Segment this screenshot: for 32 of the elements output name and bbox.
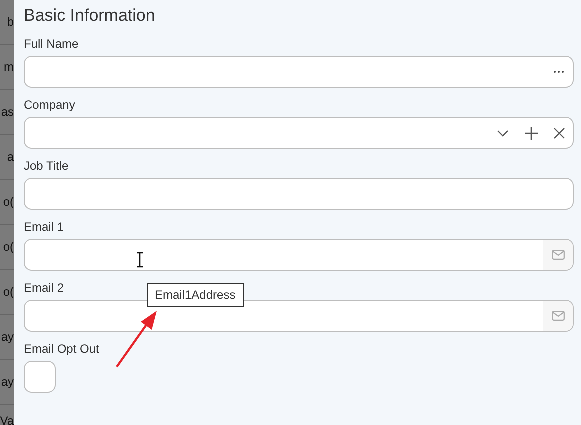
field-label: Full Name: [24, 37, 79, 51]
cut-off-text: b: [7, 15, 14, 29]
field-label: Company: [24, 98, 76, 112]
arrow: [116, 311, 157, 368]
envelope-icon[interactable]: [552, 311, 564, 321]
input-field[interactable]: [24, 178, 574, 210]
cut-off-text: as: [1, 105, 14, 119]
input-field[interactable]: [24, 56, 574, 88]
tooltip: Email1Address: [147, 283, 244, 307]
input-field[interactable]: [24, 300, 574, 332]
more-icon[interactable]: [553, 70, 565, 74]
input-field[interactable]: [24, 117, 574, 149]
cut-off-text: o(: [3, 240, 14, 254]
cut-off-text: m: [4, 60, 14, 74]
section-title: Basic Information: [24, 6, 156, 27]
checkbox[interactable]: [24, 361, 56, 393]
field-label: Job Title: [24, 159, 69, 173]
plus-icon[interactable]: [524, 126, 538, 140]
field-label: Email 2: [24, 281, 64, 295]
cut-off-text: Va: [0, 414, 14, 425]
cut-off-text: a: [7, 150, 14, 164]
cut-off-text: o(: [3, 285, 14, 299]
close-icon[interactable]: [554, 128, 564, 138]
chevron-down-icon[interactable]: [497, 130, 509, 136]
cut-off-text: o(: [3, 195, 14, 209]
cut-off-text: ay: [1, 330, 14, 344]
text-cursor-icon: [136, 252, 144, 268]
field-label: Email 1: [24, 220, 64, 234]
field-label: Email Opt Out: [24, 342, 100, 356]
cut-off-text: ay: [1, 375, 14, 389]
input-field[interactable]: [24, 239, 574, 271]
envelope-icon[interactable]: [552, 250, 564, 260]
